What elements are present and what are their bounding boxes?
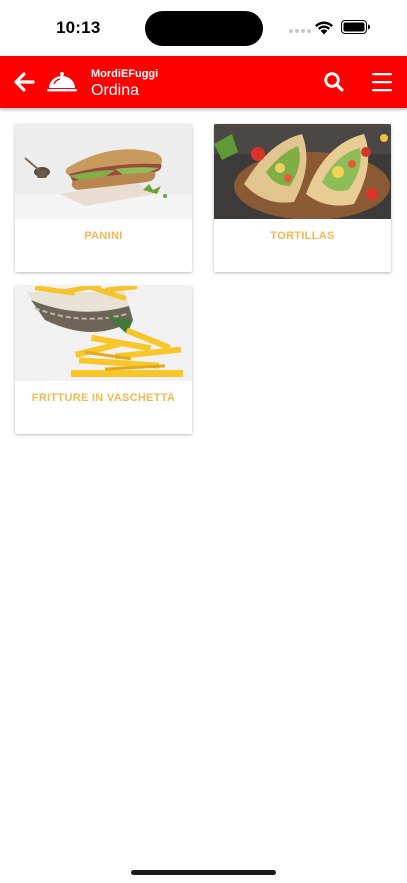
serving-cloche-icon	[47, 72, 77, 92]
panini-image	[15, 124, 192, 219]
signal-icon	[289, 29, 311, 33]
fritture-image	[15, 286, 192, 381]
category-card-tortillas[interactable]: TORTILLAS	[214, 124, 391, 272]
category-card-fritture-in-vaschetta[interactable]: FRITTURE IN VASCHETTA	[15, 286, 192, 434]
hamburger-menu-icon[interactable]	[368, 68, 396, 96]
battery-icon	[341, 20, 370, 34]
status-bar: 10:13	[0, 0, 407, 56]
app-bar: MordiEFuggi Ordina	[0, 56, 407, 108]
page-title: Ordina	[91, 82, 140, 99]
tortillas-image	[214, 124, 391, 219]
wifi-icon	[315, 21, 333, 35]
category-label: PANINI	[84, 230, 123, 242]
brand-name: MordiEFuggi	[91, 68, 159, 80]
status-time: 10:13	[56, 18, 101, 37]
dynamic-island	[145, 11, 263, 46]
back-arrow-icon[interactable]	[8, 66, 40, 98]
category-label: TORTILLAS	[270, 230, 335, 242]
category-label: FRITTURE IN VASCHETTA	[31, 392, 176, 404]
search-icon[interactable]	[320, 68, 348, 96]
category-card-panini[interactable]: PANINI	[15, 124, 192, 272]
home-indicator[interactable]	[131, 870, 276, 875]
